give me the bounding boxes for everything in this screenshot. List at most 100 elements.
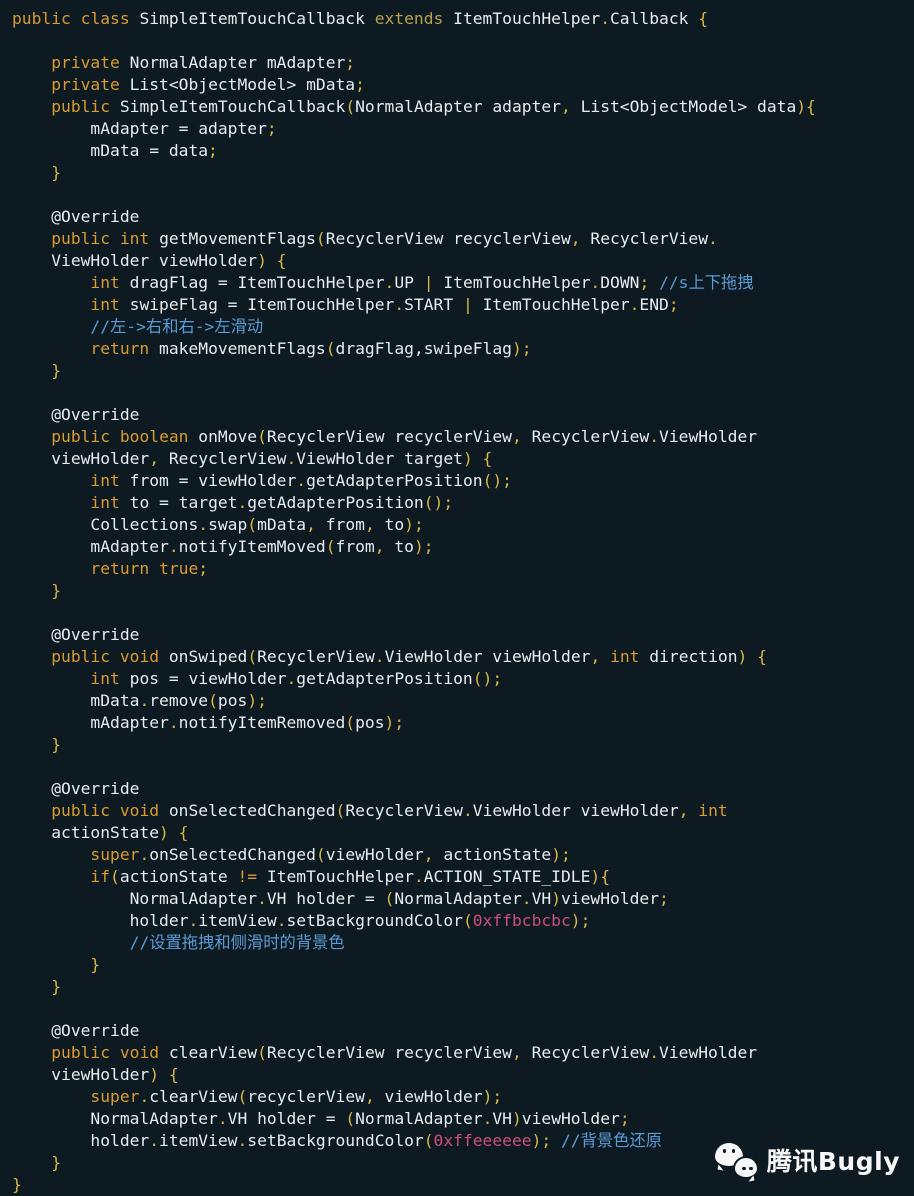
- code-token-id: [12, 801, 51, 820]
- code-token-id: [12, 317, 90, 336]
- code-viewer[interactable]: public class SimpleItemTouchCallback ext…: [0, 0, 914, 1194]
- code-token-id: actionState: [433, 845, 552, 864]
- code-line: int pos = viewHolder.getAdapterPosition(…: [0, 668, 914, 690]
- code-token-pun: .: [237, 1131, 248, 1150]
- code-token-pun: ;: [266, 119, 277, 138]
- watermark: 腾讯Bugly: [714, 1141, 900, 1179]
- code-token-id: VH: [531, 889, 552, 908]
- code-token-id: RecyclerView: [580, 229, 709, 248]
- code-token-pun: ;: [198, 559, 209, 578]
- code-token-id: [12, 867, 90, 886]
- code-token-id: [12, 339, 90, 358]
- code-token-pun: (: [345, 1109, 356, 1128]
- code-token-pun: ) {: [149, 1065, 179, 1084]
- code-token-pun: (: [247, 647, 258, 666]
- code-token-pun: ) {: [159, 823, 189, 842]
- watermark-label: 腾讯Bugly: [766, 1147, 900, 1176]
- code-token-pun: }: [90, 955, 101, 974]
- code-token-pun: |: [462, 295, 473, 314]
- code-token-pun: .: [629, 295, 640, 314]
- code-token-pun: ,: [590, 647, 601, 666]
- code-token-pun: }: [51, 1153, 62, 1172]
- code-token-id: List<ObjectModel> data: [570, 97, 797, 116]
- code-token-id: [12, 493, 90, 512]
- code-line: int to = target.getAdapterPosition();: [0, 492, 914, 514]
- code-token-id: from: [315, 515, 365, 534]
- code-token-pun: ,: [149, 449, 160, 468]
- code-line: }: [0, 580, 914, 602]
- code-token-id: [12, 53, 51, 72]
- code-line: mData = data;: [0, 140, 914, 162]
- code-token-id: swipeFlag = ItemTouchHelper: [119, 295, 395, 314]
- code-token-id: [12, 581, 51, 600]
- code-line: @Override: [0, 1020, 914, 1042]
- code-token-id: recyclerView: [247, 1087, 365, 1106]
- code-token-pun: .: [276, 911, 287, 930]
- code-token-id: getAdapterPosition: [247, 493, 424, 512]
- code-token-pun: }: [51, 581, 62, 600]
- code-token-pun: );: [384, 713, 405, 732]
- code-token-id: @Override: [12, 1021, 140, 1040]
- code-token-pun: (: [257, 427, 267, 446]
- code-token-pun: ;: [345, 53, 356, 72]
- code-line: NormalAdapter.VH holder = (NormalAdapter…: [0, 1108, 914, 1130]
- code-line: actionState) {: [0, 822, 914, 844]
- wechat-eye-4: [749, 1166, 753, 1170]
- code-token-id: NormalAdapter adapter: [355, 97, 561, 116]
- code-token-pun: ,: [570, 229, 581, 248]
- code-line: private NormalAdapter mAdapter;: [0, 52, 914, 74]
- code-token-id: [110, 801, 120, 820]
- code-token-id: UP: [394, 273, 424, 292]
- code-token-id: swap: [208, 515, 248, 534]
- code-token-kw: public: [51, 1043, 111, 1062]
- code-token-id: onSelectedChanged: [149, 845, 316, 864]
- code-line: Collections.swap(mData, from, to);: [0, 514, 914, 536]
- code-token-kw: int: [90, 273, 120, 292]
- code-token-id: List<ObjectModel> mData: [119, 75, 356, 94]
- code-token-id: [12, 75, 51, 94]
- code-token-id: [12, 471, 90, 490]
- code-token-id: [12, 647, 51, 666]
- code-token-id: viewHolder: [12, 449, 150, 468]
- code-token-pun: {: [698, 9, 709, 28]
- code-line: @Override: [0, 404, 914, 426]
- code-line: viewHolder) {: [0, 1064, 914, 1086]
- code-token-id: [110, 647, 120, 666]
- code-token-id: from = viewHolder: [119, 471, 297, 490]
- code-token-id: [12, 735, 51, 754]
- code-token-num: 0xffeeeeee: [433, 1131, 532, 1150]
- code-token-id: [12, 163, 51, 182]
- code-token-id: [12, 669, 90, 688]
- code-token-pun: .: [286, 449, 297, 468]
- code-token-pun: ,: [678, 801, 689, 820]
- code-token-kw: private: [51, 53, 120, 72]
- code-token-pun: );: [247, 691, 267, 710]
- code-token-id: ItemTouchHelper: [443, 9, 601, 28]
- code-token-id: RecyclerView: [159, 449, 287, 468]
- code-token-id: mAdapter: [12, 537, 169, 556]
- code-token-kw: int: [90, 493, 120, 512]
- code-line: int dragFlag = ItemTouchHelper.UP | Item…: [0, 272, 914, 294]
- code-token-kw: public: [12, 9, 71, 28]
- wechat-eye-1: [722, 1149, 727, 1153]
- code-token-kw: class: [80, 9, 130, 28]
- code-token-kw: true: [159, 559, 199, 578]
- code-token-pun: (: [345, 713, 356, 732]
- code-token-kw: void: [119, 1043, 160, 1062]
- code-token-pun: |: [423, 273, 434, 292]
- code-token-id: [649, 273, 659, 292]
- code-token-id: holder: [12, 911, 189, 930]
- code-token-pun: );: [482, 1087, 503, 1106]
- code-token-id: makeMovementFlags: [149, 339, 326, 358]
- code-token-pun: (: [462, 911, 473, 930]
- code-token-id: [110, 1043, 120, 1062]
- code-token-id: SimpleItemTouchCallback: [110, 97, 346, 116]
- code-token-id: [12, 559, 90, 578]
- code-token-id: onSelectedChanged: [159, 801, 336, 820]
- code-token-pun: .: [600, 9, 610, 28]
- code-token-pun: }: [12, 1175, 22, 1194]
- code-token-pun: (: [335, 801, 346, 820]
- code-token-id: pos: [217, 691, 248, 710]
- code-token-id: DOWN: [600, 273, 640, 292]
- code-token-id: @Override: [12, 779, 140, 798]
